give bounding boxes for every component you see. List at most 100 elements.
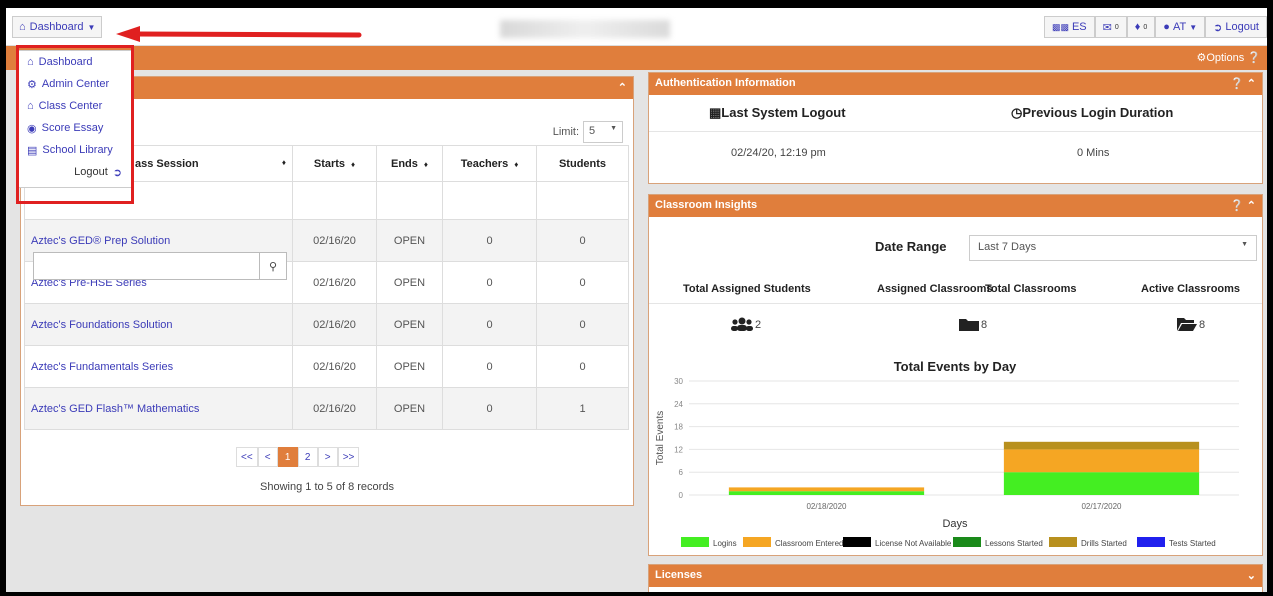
- user-menu-button[interactable]: ● AT ▼: [1155, 16, 1206, 38]
- bar-segment: [1003, 472, 1200, 495]
- next-page-button[interactable]: >: [317, 447, 338, 467]
- col-ends[interactable]: Ends ♦: [376, 145, 443, 182]
- folder-icon: [959, 319, 979, 331]
- help-icon: ❔: [1230, 200, 1244, 212]
- date-range-label: Date Range: [875, 239, 947, 254]
- auth-info-panel: Authentication Information ❔ ⌃ ▦Last Sys…: [648, 72, 1263, 184]
- panel-controls[interactable]: ❔ ⌃: [1230, 77, 1256, 90]
- dashboard-dropdown-button[interactable]: ⌂ Dashboard ▼: [12, 16, 103, 38]
- highlight-box: [16, 45, 134, 204]
- last-page-button[interactable]: >>: [337, 447, 360, 467]
- legend-swatch: [681, 537, 709, 547]
- logout-button[interactable]: ➲ Logout: [1205, 16, 1267, 38]
- mail-count: 0: [1114, 23, 1119, 31]
- stat-value-students: 2: [731, 317, 761, 331]
- limit-select[interactable]: 5 ▼: [583, 121, 623, 143]
- auth-panel-header: Authentication Information ❔ ⌃: [649, 73, 1262, 95]
- col-label: ass Session: [135, 157, 199, 170]
- envelope-icon: ✉: [1102, 21, 1112, 34]
- notifications-button[interactable]: ♦ 0: [1126, 16, 1156, 38]
- ends-cell: OPEN: [376, 387, 443, 430]
- stat-label: Assigned Classrooms: [877, 283, 993, 295]
- col-label: Ends: [391, 157, 418, 170]
- bar-segment: [1003, 449, 1200, 473]
- language-label: ES: [1071, 21, 1087, 33]
- options-button[interactable]: ⚙Options ❔: [1196, 51, 1261, 64]
- sign-out-icon: ➲: [1213, 21, 1223, 34]
- calendar-icon: ▦: [709, 105, 722, 120]
- search-button[interactable]: ⚲: [259, 252, 287, 280]
- expand-icon[interactable]: ⌄: [1247, 569, 1256, 582]
- blurred-title: [500, 20, 670, 38]
- events-chart: Total Events by Day 0 6 12 18 24 30 Total Event…: [655, 359, 1239, 548]
- insights-panel-title: Classroom Insights: [655, 199, 758, 211]
- options-bar: ⚙Options ❔: [6, 46, 1267, 70]
- table-row: Aztec's GED Flash™ Mathematics 02/16/20 …: [24, 387, 629, 430]
- date-range-select[interactable]: Last 7 Days ▼: [969, 235, 1257, 261]
- stat-value-active: 8: [1177, 317, 1205, 331]
- first-page-button[interactable]: <<: [236, 447, 258, 467]
- last-logout-label: Last System Logout: [721, 105, 846, 120]
- starts-cell: 02/16/20: [292, 303, 377, 346]
- app-window: ⌂ Dashboard ▼ ▩▩ ES ✉ 0 ♦ 0 ● AT ▼ ➲ Log…: [6, 8, 1267, 592]
- students-cell: 1: [536, 387, 629, 430]
- gear-icon: ⚙: [1196, 52, 1207, 64]
- ends-cell: OPEN: [376, 219, 443, 262]
- stat-label: Active Classrooms: [1141, 283, 1241, 295]
- help-icon: ❔: [1247, 52, 1261, 64]
- page-2-button[interactable]: 2: [297, 447, 318, 467]
- legend-swatch: [843, 537, 871, 547]
- mail-button[interactable]: ✉ 0: [1094, 16, 1127, 38]
- x-tick-label: 02/17/2020: [1081, 502, 1122, 511]
- teachers-cell: 0: [442, 303, 537, 346]
- y-tick-label: 30: [674, 377, 683, 386]
- divider: [649, 131, 1262, 132]
- y-tick-label: 0: [679, 491, 684, 500]
- collapse-icon[interactable]: ⌃: [618, 81, 627, 94]
- prev-page-button[interactable]: <: [257, 447, 278, 467]
- starts-cell: 02/16/20: [292, 261, 377, 304]
- teachers-cell: 0: [442, 387, 537, 430]
- prev-duration-heading: ◷Previous Login Duration: [1011, 105, 1173, 121]
- col-students[interactable]: Students: [536, 145, 629, 182]
- language-button[interactable]: ▩▩ ES: [1043, 16, 1095, 38]
- logout-label: Logout: [1225, 21, 1259, 33]
- stat-value: 8: [981, 319, 988, 331]
- class-name-link[interactable]: Aztec's Fundamentals Series: [24, 345, 293, 388]
- col-label: Starts: [313, 157, 346, 170]
- table-row: Aztec's Fundamentals Series 02/16/20 OPE…: [24, 345, 629, 388]
- sort-icon: ♦: [281, 157, 286, 167]
- y-tick-label: 12: [674, 445, 683, 454]
- legend-label: License Not Available: [875, 539, 952, 548]
- legend-label: Tests Started: [1169, 539, 1216, 548]
- users-icon: [731, 317, 753, 331]
- right-nav: ▩▩ ES ✉ 0 ♦ 0 ● AT ▼ ➲ Logout: [1043, 16, 1267, 38]
- class-name-link[interactable]: Aztec's GED Flash™ Mathematics: [24, 387, 293, 430]
- bell-icon: ♦: [1134, 21, 1141, 33]
- classroom-insights-panel: Classroom Insights ❔ ⌃ Date Range Last 7…: [648, 194, 1263, 556]
- class-name-link[interactable]: Aztec's Foundations Solution: [24, 303, 293, 346]
- limit-label: Limit:: [552, 126, 579, 138]
- folder-open-icon: [1177, 318, 1197, 331]
- bar-segment: [728, 487, 925, 492]
- col-starts[interactable]: Starts ♦: [292, 145, 377, 182]
- x-axis-label: Days: [942, 518, 968, 530]
- search-icon: ⚲: [268, 260, 278, 273]
- page-1-button[interactable]: 1: [277, 447, 298, 467]
- starts-cell: 02/16/20: [292, 219, 377, 262]
- students-cell: 0: [536, 345, 629, 388]
- search-input[interactable]: [33, 252, 277, 280]
- legend-swatch: [953, 537, 981, 547]
- last-logout-value: 02/24/20, 12:19 pm: [731, 147, 826, 159]
- starts-cell: 02/16/20: [292, 345, 377, 388]
- ends-cell: OPEN: [376, 303, 443, 346]
- teachers-cell: 0: [442, 261, 537, 304]
- panel-controls[interactable]: ❔ ⌃: [1230, 199, 1256, 212]
- teachers-cell: 0: [442, 345, 537, 388]
- stat-label: Total Classrooms: [985, 283, 1077, 295]
- col-teachers[interactable]: Teachers ♦: [442, 145, 537, 182]
- auth-panel-title: Authentication Information: [655, 77, 796, 89]
- annotation-arrow: [116, 26, 362, 42]
- table-row: Aztec's Foundations Solution 02/16/20 OP…: [24, 303, 629, 346]
- stat-value: 8: [1199, 319, 1206, 331]
